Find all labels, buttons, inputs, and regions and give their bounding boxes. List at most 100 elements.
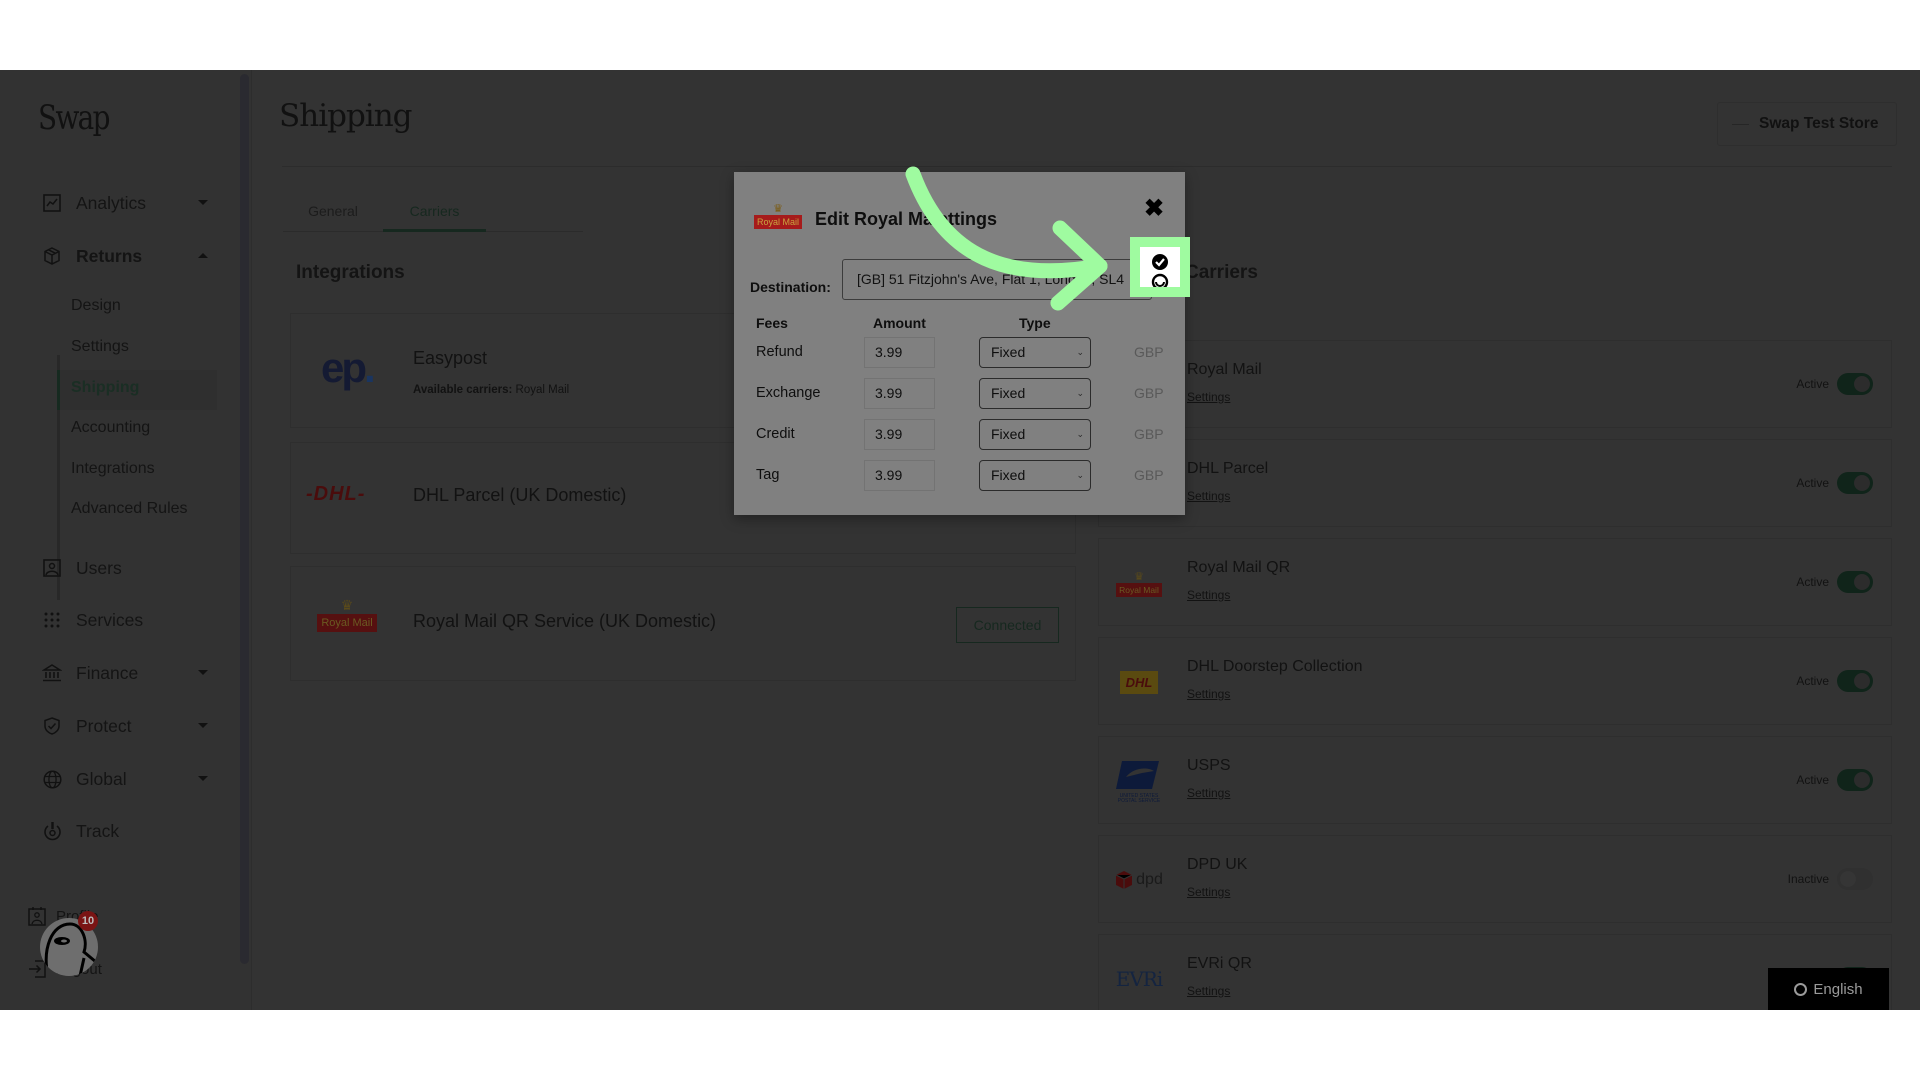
location-pin-icon xyxy=(42,821,62,841)
grid-dots-icon xyxy=(42,610,62,630)
sidebar-subitem-accounting[interactable]: Accounting xyxy=(71,417,150,439)
carrier-name: DHL Doorstep Collection xyxy=(1187,658,1363,675)
shield-check-icon xyxy=(42,716,62,736)
sidebar-scrollbar[interactable] xyxy=(240,74,249,964)
sidebar-subitem-integrations[interactable]: Integrations xyxy=(71,458,155,480)
sidebar-item-label: Users xyxy=(76,557,122,578)
tab-carriers[interactable]: Carriers xyxy=(383,197,486,232)
carrier-settings-link[interactable]: Settings xyxy=(1187,588,1230,602)
sidebar-item-analytics[interactable]: Analytics xyxy=(42,188,212,218)
chevron-down-icon xyxy=(198,723,208,728)
carrier-toggle[interactable] xyxy=(1837,670,1873,692)
integration-available-carriers: Available carriers: Royal Mail xyxy=(413,384,569,396)
app-logo[interactable]: Swap xyxy=(38,98,111,138)
sidebar-item-services[interactable]: Services xyxy=(42,605,212,635)
sidebar-item-label: Track xyxy=(76,820,120,841)
carrier-toggle[interactable] xyxy=(1837,373,1873,395)
sidebar-subitem-advanced-rules[interactable]: Advanced Rules xyxy=(71,498,188,520)
carrier-name: DPD UK xyxy=(1187,856,1248,873)
fee-label-tag: Tag xyxy=(756,467,780,483)
crown-icon: ♛ xyxy=(773,203,783,215)
dhl-logo: -DHL- xyxy=(306,483,366,505)
notification-badge: 10 xyxy=(78,911,98,931)
integration-name: Easypost xyxy=(413,348,488,368)
destination-select[interactable]: [GB] 51 Fitzjohn's Ave, Flat 1, London, … xyxy=(842,259,1152,300)
integration-name: Royal Mail QR Service (UK Domestic) xyxy=(413,611,717,631)
chevron-down-icon: ⌄ xyxy=(1076,470,1084,480)
page-title: Shipping xyxy=(279,98,413,134)
amount-input-credit[interactable]: 3.99 xyxy=(864,419,935,450)
integration-card-royal-mail-qr: ♛ Royal Mail Royal Mail QR Service (UK D… xyxy=(290,566,1076,681)
type-select-exchange[interactable]: Fixed ⌄ xyxy=(979,378,1091,409)
sidebar-subitem-shipping[interactable]: Shipping xyxy=(71,377,139,399)
royal-mail-logo: ♛ Royal Mail xyxy=(309,597,385,649)
sidebar-item-protect[interactable]: Protect xyxy=(42,711,212,741)
dash-icon xyxy=(1732,123,1749,125)
bank-icon xyxy=(42,663,62,683)
usps-logo: UNITED STATES POSTAL SERVICE xyxy=(1111,757,1167,805)
sidebar: Swap Analytics Returns Design Settings S… xyxy=(0,70,252,1010)
sidebar-item-label: Analytics xyxy=(76,192,147,213)
sidebar-item-track[interactable]: Track xyxy=(42,816,212,846)
connected-button[interactable]: Connected xyxy=(956,607,1059,643)
store-selector-button[interactable]: Swap Test Store xyxy=(1717,102,1897,146)
carrier-name: DHL Parcel xyxy=(1187,460,1269,477)
carrier-name: Royal Mail xyxy=(1187,361,1262,378)
tab-bar: General Carriers xyxy=(283,197,583,232)
carrier-settings-link[interactable]: Settings xyxy=(1187,786,1230,800)
carrier-toggle[interactable] xyxy=(1837,769,1873,791)
carrier-settings-link[interactable]: Settings xyxy=(1187,687,1230,701)
carrier-settings-link[interactable]: Settings xyxy=(1187,984,1230,998)
carrier-settings-link[interactable]: Settings xyxy=(1187,390,1230,404)
royal-mail-logo: ♛Royal Mail xyxy=(1111,559,1167,607)
sidebar-item-users[interactable]: Users xyxy=(42,553,212,583)
carrier-card: ♛ Royal Mail Royal Mail QR Settings Activ… xyxy=(1098,538,1892,626)
tab-general[interactable]: General xyxy=(283,197,383,232)
sidebar-item-label: Returns xyxy=(76,245,143,266)
carrier-card: DHL DHL Doorstep Collection Settings Act… xyxy=(1098,637,1892,725)
chart-icon xyxy=(42,193,62,213)
available-carriers-value: Royal Mail xyxy=(515,384,570,396)
amount-input-refund[interactable]: 3.99 xyxy=(864,337,935,368)
carrier-name: Royal Mail QR xyxy=(1187,559,1291,576)
type-header: Type xyxy=(1019,315,1051,331)
crown-icon: ♛ xyxy=(1134,570,1144,583)
dhl-logo: DHL xyxy=(1111,658,1167,706)
carrier-card: dpd DPD UK Settings Inactive xyxy=(1098,835,1892,923)
type-select-tag[interactable]: Fixed ⌄ xyxy=(979,460,1091,491)
carrier-toggle[interactable] xyxy=(1837,472,1873,494)
app-window: Swap Analytics Returns Design Settings S… xyxy=(0,70,1920,1010)
sidebar-item-finance[interactable]: Finance xyxy=(42,658,212,688)
chevron-down-icon: ⌄ xyxy=(1076,429,1084,439)
modal-title: Edit Royal Ma ettings xyxy=(815,209,998,229)
carrier-card: UNITED STATES POSTAL SERVICE USPS Setting… xyxy=(1098,736,1892,824)
chevron-down-icon: ⌄ xyxy=(1076,388,1084,398)
type-select-value: Fixed xyxy=(991,344,1026,360)
close-icon[interactable]: ✖ xyxy=(1144,194,1164,223)
easypost-logo: ep. xyxy=(321,344,376,391)
carrier-toggle[interactable] xyxy=(1837,571,1873,593)
amount-header: Amount xyxy=(873,315,926,331)
globe-ring-icon xyxy=(1794,982,1808,996)
currency-label: GBP xyxy=(1134,426,1164,442)
carrier-settings-link[interactable]: Settings xyxy=(1187,489,1230,503)
type-select-refund[interactable]: Fixed ⌄ xyxy=(979,337,1091,368)
carrier-toggle[interactable] xyxy=(1837,868,1873,890)
sidebar-subitem-design[interactable]: Design xyxy=(71,295,121,317)
fee-label-refund: Refund xyxy=(756,344,803,360)
amount-input-tag[interactable]: 3.99 xyxy=(864,460,935,491)
sidebar-item-returns[interactable]: Returns xyxy=(42,241,212,271)
currency-label: GBP xyxy=(1134,344,1164,360)
sidebar-item-label: Services xyxy=(76,609,144,630)
language-selector-button[interactable]: English xyxy=(1768,968,1889,1010)
amount-input-exchange[interactable]: 3.99 xyxy=(864,378,935,409)
carrier-status: Active xyxy=(1796,377,1829,391)
carrier-status: Active xyxy=(1796,575,1829,589)
sidebar-item-global[interactable]: Global xyxy=(42,764,212,794)
sidebar-subitem-settings[interactable]: Settings xyxy=(71,336,129,358)
carrier-settings-link[interactable]: Settings xyxy=(1187,885,1230,899)
chevron-down-icon xyxy=(198,200,208,205)
type-select-credit[interactable]: Fixed ⌄ xyxy=(979,419,1091,450)
title-divider xyxy=(282,166,1892,167)
sidebar-item-label: Finance xyxy=(76,662,139,683)
